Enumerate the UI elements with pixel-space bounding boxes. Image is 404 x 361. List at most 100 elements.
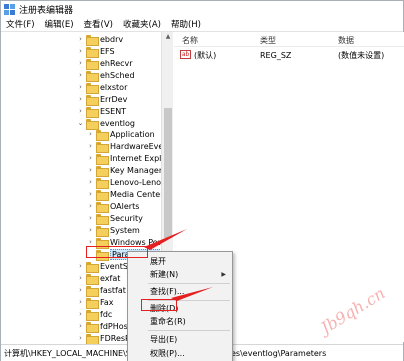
expand-arrow-icon[interactable]: › [77, 83, 84, 91]
registry-editor-icon [4, 3, 15, 15]
folder-icon [96, 225, 109, 237]
tree-item[interactable]: › fastfat [77, 284, 126, 297]
column-header-type[interactable]: 类型 [260, 35, 276, 46]
ctx-item-rename[interactable]: 重命名(R) [128, 315, 232, 327]
expand-arrow-icon[interactable]: › [87, 190, 94, 198]
expand-arrow-icon[interactable]: › [77, 95, 84, 103]
tree-item-label: Security [110, 213, 143, 223]
tree-item-label: exfat [100, 273, 121, 283]
folder-icon [86, 297, 99, 309]
folder-icon [96, 213, 109, 225]
title-bar: 注册表编辑器 [1, 1, 403, 17]
ctx-item-label: 导出(E) [150, 334, 178, 344]
folder-icon [86, 82, 99, 94]
tree-item[interactable]: › Media Center [87, 188, 164, 201]
expand-arrow-icon[interactable]: › [87, 166, 94, 174]
tree-item[interactable]: › System [87, 224, 140, 237]
folder-icon [86, 58, 99, 70]
scrollbar-thumb[interactable] [164, 108, 172, 238]
expand-arrow-icon[interactable]: › [87, 238, 94, 246]
scroll-up-arrow-icon[interactable]: ▲ [162, 32, 174, 42]
folder-icon [86, 106, 99, 118]
tree-item[interactable]: › ehRecvr [77, 57, 133, 70]
ctx-item-export[interactable]: 导出(E) [128, 333, 232, 345]
ctx-item-label: 新建(N) [150, 269, 179, 279]
folder-icon [86, 94, 99, 106]
tree-item[interactable]: › ErrDev [77, 93, 127, 106]
value-type: REG_SZ [260, 50, 292, 60]
tree-item[interactable]: › exfat [77, 272, 121, 285]
expand-arrow-icon[interactable]: › [87, 178, 94, 186]
tree-item[interactable]: › fdPHost [77, 320, 131, 333]
annotation-box-parameters [86, 246, 148, 258]
tree-item-label: fastfat [100, 285, 126, 295]
expand-arrow-icon[interactable]: › [77, 71, 84, 79]
tree-item[interactable]: › Fax [77, 296, 114, 309]
tree-item-label: eventlog [100, 118, 135, 128]
expand-arrow-icon[interactable]: › [87, 226, 94, 234]
tree-item[interactable]: › elxstor [77, 81, 128, 94]
ctx-item-label: 重命名(R) [150, 316, 186, 326]
tree-item[interactable]: › ehSched [77, 69, 135, 82]
folder-icon [96, 141, 109, 153]
ctx-item-label: 展开 [150, 256, 166, 266]
folder-icon [86, 46, 99, 58]
tree-item[interactable]: › Security [87, 212, 143, 225]
expand-arrow-icon[interactable]: › [77, 59, 84, 67]
expand-arrow-icon[interactable]: › [77, 322, 84, 330]
folder-icon [86, 285, 99, 297]
expand-arrow-icon[interactable]: › [87, 130, 94, 138]
menu-file[interactable]: 文件(F) [1, 18, 40, 30]
tree-item-label: fdc [100, 309, 113, 319]
tree-item-label: Media Center [110, 189, 164, 199]
submenu-arrow-icon: ▶ [221, 270, 226, 278]
tree-item-label: ehRecvr [100, 58, 133, 68]
column-header-name[interactable]: 名称 [182, 35, 198, 46]
folder-icon [86, 321, 99, 333]
column-header-data[interactable]: 数据 [338, 35, 354, 46]
menu-help[interactable]: 帮助(H) [166, 18, 206, 30]
tree-item[interactable]: › OAlerts [87, 200, 139, 213]
menu-edit[interactable]: 编辑(E) [40, 18, 79, 30]
tree-item[interactable]: › fdc [77, 308, 113, 321]
expand-arrow-icon[interactable]: › [87, 202, 94, 210]
tree-item-label: elxstor [100, 82, 128, 92]
collapse-arrow-icon[interactable]: ⌄ [77, 119, 84, 127]
expand-arrow-icon[interactable]: › [77, 35, 84, 43]
menu-bar: 文件(F) 编辑(E) 查看(V) 收藏夹(A) 帮助(H) [1, 17, 403, 32]
expand-arrow-icon[interactable]: › [77, 107, 84, 115]
folder-icon [86, 70, 99, 82]
tree-item-label: ESENT [100, 106, 127, 116]
menu-view[interactable]: 查看(V) [79, 18, 118, 30]
expand-arrow-icon[interactable]: › [87, 142, 94, 150]
expand-arrow-icon[interactable]: › [77, 310, 84, 318]
registry-editor-window: 注册表编辑器 文件(F) 编辑(E) 查看(V) 收藏夹(A) 帮助(H) › e… [0, 0, 404, 361]
expand-arrow-icon[interactable]: › [77, 262, 84, 270]
menu-separator [148, 283, 230, 284]
tree-item[interactable]: › ESENT [77, 105, 127, 118]
folder-icon [86, 261, 99, 273]
folder-open-icon [86, 118, 99, 130]
folder-icon [96, 165, 109, 177]
ctx-item-label: 查找(F)... [150, 286, 185, 296]
tree-item-label: EFS [100, 46, 115, 56]
ctx-item-permissions[interactable]: 权限(P)... [128, 347, 232, 359]
ctx-item-new[interactable]: 新建(N) ▶ [128, 268, 232, 280]
tree-item[interactable]: › Application [87, 128, 155, 141]
expand-arrow-icon[interactable]: › [77, 47, 84, 55]
tree-item[interactable]: › Lenovo-Lenovo [87, 176, 171, 189]
tree-item[interactable]: › EFS [77, 45, 115, 58]
menu-separator [148, 330, 230, 331]
expand-arrow-icon[interactable]: › [87, 154, 94, 162]
tree-item-label: ebdrv [100, 34, 124, 44]
expand-arrow-icon[interactable]: › [87, 214, 94, 222]
menu-favorites[interactable]: 收藏夹(A) [118, 18, 166, 30]
expand-arrow-icon[interactable]: › [77, 286, 84, 294]
ctx-item-find[interactable]: 查找(F)... [128, 285, 232, 297]
expand-arrow-icon[interactable]: › [77, 298, 84, 306]
folder-icon [86, 333, 99, 345]
expand-arrow-icon[interactable]: › [77, 274, 84, 282]
expand-arrow-icon[interactable]: › [77, 334, 84, 342]
value-row[interactable]: ab (默认) REG_SZ (数值未设置) [174, 49, 404, 61]
tree-item[interactable]: › ebdrv [77, 33, 124, 46]
